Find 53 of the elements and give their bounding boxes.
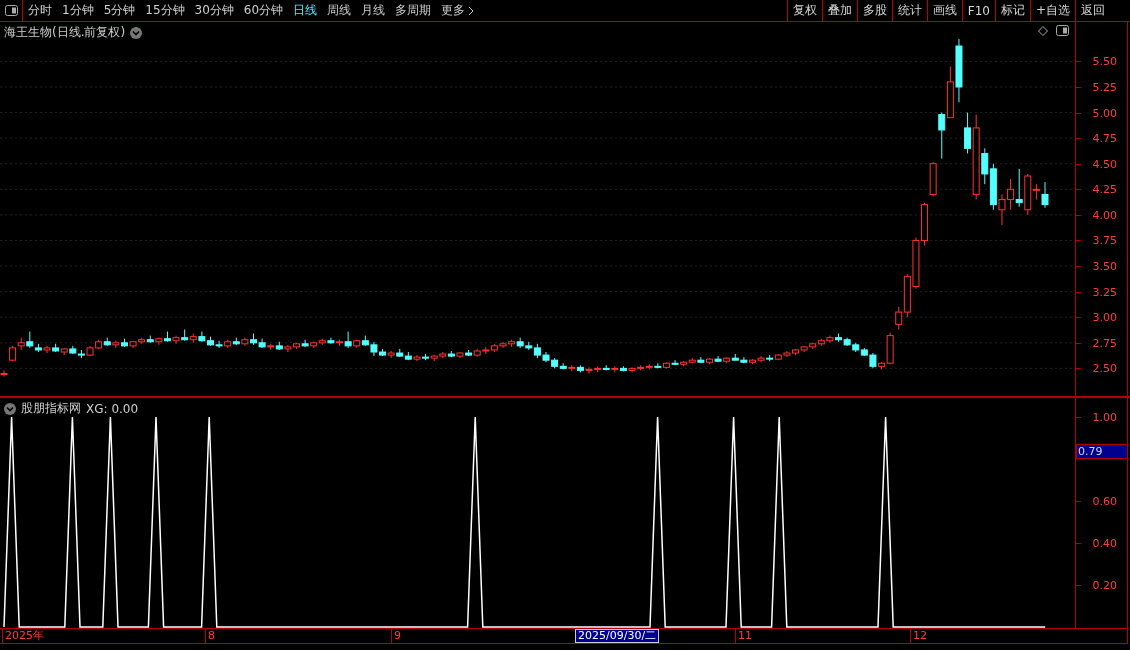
indicator-axis-label: 0.20 (1092, 578, 1117, 592)
date-axis-label: 12 (910, 629, 929, 643)
stock-title: 海王生物(日线.前复权) (4, 24, 126, 41)
price-axis-label: 2.75 (1092, 336, 1117, 350)
chevron-down-icon[interactable] (4, 402, 16, 415)
price-axis-label: 4.50 (1092, 157, 1117, 171)
toolbar-button[interactable]: 统计 (891, 0, 927, 21)
chevron-down-icon[interactable] (130, 26, 143, 39)
panel-toggle-icon[interactable] (4, 5, 18, 16)
price-axis-label: 5.25 (1092, 80, 1117, 94)
price-axis-label: 3.00 (1092, 310, 1117, 324)
period-tab[interactable]: 30分钟 (189, 0, 239, 21)
period-tab[interactable]: 更多 (436, 0, 480, 21)
period-tab[interactable]: 分时 (23, 0, 57, 21)
price-axis-label: 4.00 (1092, 208, 1117, 222)
panel-toggle-icon[interactable] (1056, 25, 1069, 36)
period-tab[interactable]: 月线 (356, 0, 391, 21)
period-tab[interactable]: 5分钟 (98, 0, 141, 21)
indicator-axis-label: 1.00 (1092, 410, 1117, 424)
diamond-icon[interactable] (1038, 25, 1048, 36)
indicator-reading: XG: 0.00 (86, 401, 139, 416)
period-tab[interactable]: 日线 (288, 0, 323, 21)
toolbar-button[interactable]: 标记 (994, 0, 1030, 21)
price-axis-label: 3.25 (1092, 285, 1117, 299)
date-axis-label: 2025年 (2, 629, 46, 643)
toolbar-button[interactable]: +自选 (1029, 0, 1075, 21)
toolbar-button[interactable]: 复权 (786, 0, 822, 21)
price-axis-label: 4.25 (1092, 182, 1117, 196)
price-axis-label: 4.75 (1092, 131, 1117, 145)
toolbar-button[interactable]: 画线 (926, 0, 962, 21)
chevron-right-icon (468, 5, 475, 16)
indicator-axis-label: 0.60 (1092, 494, 1117, 508)
toolbar-button[interactable]: 返回 (1075, 0, 1110, 21)
toolbar-button[interactable]: 多股 (856, 0, 892, 21)
price-axis-label: 5.50 (1092, 54, 1117, 68)
period-tab[interactable]: 60分钟 (238, 0, 289, 21)
indicator-axis-label: 0.40 (1092, 536, 1117, 550)
period-tab[interactable]: 1分钟 (57, 0, 99, 21)
price-axis-label: 3.50 (1092, 259, 1117, 273)
date-axis-label: 2025/09/30/二 (575, 629, 660, 643)
indicator-title: 股朋指标网 (21, 400, 81, 417)
date-axis-label: 11 (735, 629, 754, 643)
period-tab[interactable]: 周线 (322, 0, 357, 21)
period-tab[interactable]: 15分钟 (140, 0, 190, 21)
toolbar-button[interactable]: 叠加 (821, 0, 857, 21)
cursor-value-label: 0.79 (1076, 444, 1128, 459)
toolbar-button[interactable]: F10 (961, 0, 995, 21)
price-axis-label: 3.75 (1092, 233, 1117, 247)
date-axis-label: 8 (205, 629, 217, 643)
date-axis-label: 9 (391, 629, 403, 643)
period-tab[interactable]: 多周期 (390, 0, 437, 21)
price-axis-label: 2.50 (1092, 361, 1117, 375)
price-axis-label: 5.00 (1092, 106, 1117, 120)
